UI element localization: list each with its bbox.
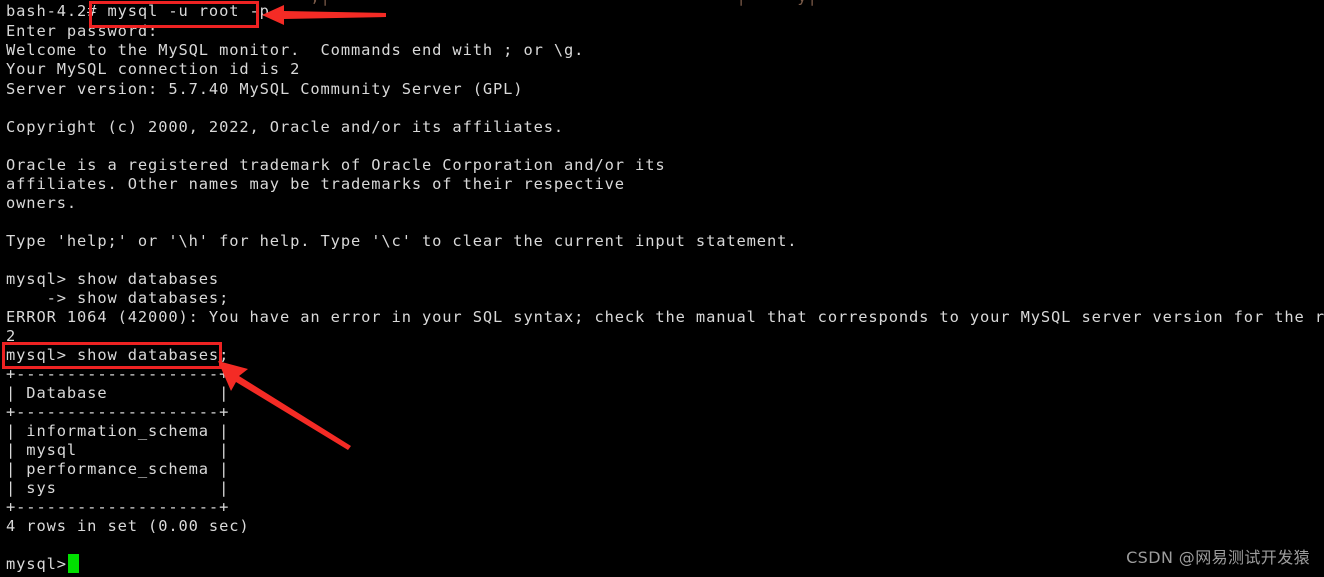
terminal-cursor	[68, 554, 79, 573]
csdn-watermark: CSDN @网易测试开发猿	[1126, 548, 1310, 567]
terminal-line: owners.	[6, 194, 78, 212]
terminal-line: 4 rows in set (0.00 sec)	[6, 517, 250, 535]
terminal-output[interactable]: ;| | y|bash-4.2# mysql -u root -pEnter p…	[0, 0, 1324, 577]
annotation-box-show-databases	[2, 342, 222, 369]
terminal-line: Type 'help;' or '\h' for help. Type '\c'…	[6, 232, 798, 250]
terminal-line: | sys |	[6, 479, 230, 497]
terminal-line: Copyright (c) 2000, 2022, Oracle and/or …	[6, 118, 565, 136]
terminal-line: | mysql |	[6, 441, 230, 459]
terminal-line: Your MySQL connection id is 2	[6, 60, 301, 78]
terminal-line: Welcome to the MySQL monitor. Commands e…	[6, 41, 585, 59]
terminal-line: +--------------------+	[6, 498, 230, 516]
terminal-line: Oracle is a registered trademark of Orac…	[6, 156, 666, 174]
terminal-line: | information_schema |	[6, 422, 230, 440]
annotation-arrow-show-databases	[218, 361, 351, 450]
terminal-line: ERROR 1064 (42000): You have an error in…	[6, 308, 1324, 326]
terminal-line: -> show databases;	[6, 289, 230, 307]
terminal-line: mysql> show databases	[6, 270, 220, 288]
terminal-line: affiliates. Other names may be trademark…	[6, 175, 625, 193]
terminal-line: mysql>	[6, 555, 67, 573]
terminal-line: | Database |	[6, 384, 230, 402]
terminal-line: | performance_schema |	[6, 460, 230, 478]
annotation-arrow-login-command	[262, 5, 386, 25]
terminal-line: Server version: 5.7.40 MySQL Community S…	[6, 80, 524, 98]
terminal-line: +--------------------+	[6, 403, 230, 421]
annotation-box-login-command	[89, 1, 259, 28]
terminal-screenshot: ;| | y|bash-4.2# mysql -u root -pEnter p…	[0, 0, 1324, 577]
